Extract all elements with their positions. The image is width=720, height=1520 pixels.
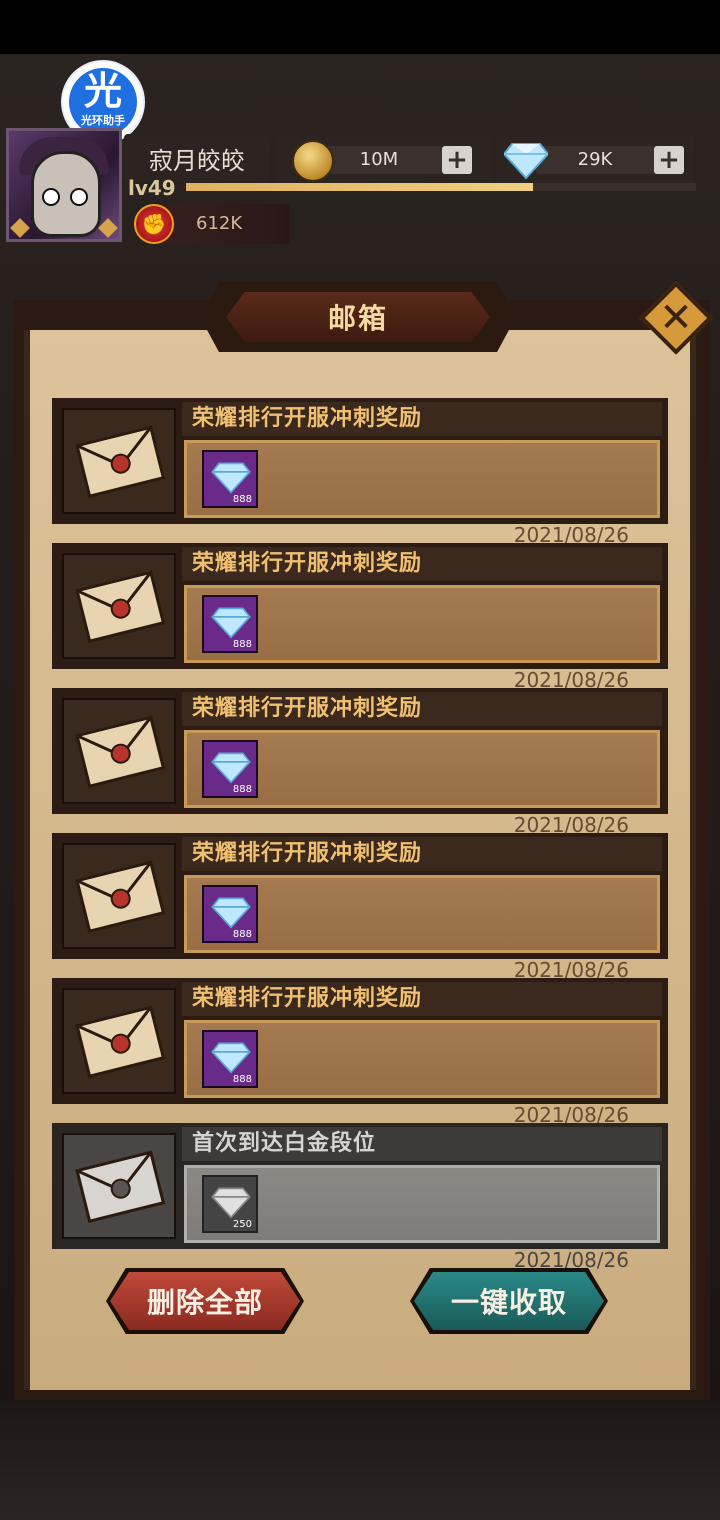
reward-count: 888	[232, 1074, 252, 1085]
add-gold-button[interactable]: +	[442, 146, 472, 174]
assistant-logo-icon: 光 光环助手	[69, 68, 137, 136]
avatar-eye-left	[42, 188, 60, 206]
player-name: 寂月皎皎	[149, 146, 245, 175]
player-name-plate: 寂月皎皎	[124, 134, 270, 182]
mail-item[interactable]: 荣耀排行开服冲刺奖励 2021/08/26 888	[52, 688, 668, 837]
envelope-icon	[62, 1133, 176, 1239]
player-level: lv49	[128, 176, 176, 200]
diamond-currency: 29K +	[496, 134, 694, 184]
reward-count: 888	[232, 784, 252, 795]
diamond-icon	[211, 752, 251, 784]
reward-slot[interactable]: 250	[202, 1175, 258, 1233]
reward-count: 888	[232, 639, 252, 650]
diamond-value: 29K	[577, 149, 613, 170]
reward-slot[interactable]: 888	[202, 450, 258, 508]
close-icon: ✕	[659, 295, 693, 341]
avatar-frame-gem	[98, 218, 118, 238]
gold-currency: 10M +	[276, 134, 492, 184]
mail-title: 荣耀排行开服冲刺奖励	[192, 406, 423, 431]
fist-icon: ✊	[134, 204, 174, 244]
mail-item[interactable]: 荣耀排行开服冲刺奖励 2021/08/26 888	[52, 833, 668, 982]
reward-slot[interactable]: 888	[202, 1030, 258, 1088]
envelope-graphic	[75, 860, 166, 933]
assistant-glyph: 光	[83, 69, 122, 113]
delete-all-label: 删除全部	[146, 1286, 263, 1319]
collect-all-label: 一键收取	[450, 1286, 567, 1319]
gold-value: 10M	[359, 149, 399, 170]
mail-item[interactable]: 首次到达白金段位 2021/08/26 250	[52, 1123, 668, 1272]
assistant-label: 光环助手	[81, 114, 125, 127]
close-button[interactable]: ✕	[639, 281, 713, 355]
diamond-icon	[211, 897, 251, 929]
mail-item[interactable]: 荣耀排行开服冲刺奖励 2021/08/26 888	[52, 543, 668, 692]
mail-item[interactable]: 荣耀排行开服冲刺奖励 2021/08/26 888	[52, 978, 668, 1127]
reward-slot[interactable]: 888	[202, 595, 258, 653]
reward-slot[interactable]: 888	[202, 885, 258, 943]
mailbox-title: 邮箱	[327, 302, 388, 335]
reward-slot[interactable]: 888	[202, 740, 258, 798]
xp-progress-fill	[186, 183, 533, 191]
mailbox-title-plate: 邮箱	[226, 292, 490, 342]
mail-item[interactable]: 荣耀排行开服冲刺奖励 2021/08/26 888	[52, 398, 668, 547]
coin-icon	[292, 140, 334, 182]
mail-title: 荣耀排行开服冲刺奖励	[192, 696, 423, 721]
delete-all-button[interactable]: 删除全部	[110, 1272, 300, 1330]
xp-progress-bar	[186, 183, 696, 191]
player-avatar[interactable]	[6, 128, 122, 242]
envelope-graphic	[75, 1150, 166, 1223]
envelope-icon	[62, 408, 176, 514]
collect-all-button[interactable]: 一键收取	[414, 1272, 604, 1330]
envelope-graphic	[75, 425, 166, 498]
mail-title: 荣耀排行开服冲刺奖励	[192, 551, 423, 576]
combat-power: ✊ 612K	[134, 204, 290, 244]
diamond-icon	[211, 607, 251, 639]
diamond-icon	[504, 143, 548, 180]
mail-title: 首次到达白金段位	[192, 1131, 377, 1156]
diamond-icon	[211, 462, 251, 494]
mail-title: 荣耀排行开服冲刺奖励	[192, 841, 423, 866]
avatar-eye-right	[70, 188, 88, 206]
envelope-icon	[62, 553, 176, 659]
envelope-icon	[62, 988, 176, 1094]
combat-power-value: 612K	[196, 213, 243, 234]
envelope-graphic	[75, 715, 166, 788]
reward-count: 888	[232, 929, 252, 940]
reward-count: 250	[232, 1219, 252, 1230]
diamond-icon	[211, 1187, 251, 1219]
avatar-frame-gem	[10, 218, 30, 238]
background-bottom	[0, 1400, 720, 1520]
envelope-icon	[62, 698, 176, 804]
diamond-icon	[211, 1042, 251, 1074]
reward-count: 888	[232, 494, 252, 505]
mail-title: 荣耀排行开服冲刺奖励	[192, 986, 423, 1011]
envelope-graphic	[75, 570, 166, 643]
envelope-icon	[62, 843, 176, 949]
add-diamond-button[interactable]: +	[654, 146, 684, 174]
avatar-face	[31, 151, 101, 237]
envelope-graphic	[75, 1005, 166, 1078]
status-bar	[0, 0, 720, 54]
